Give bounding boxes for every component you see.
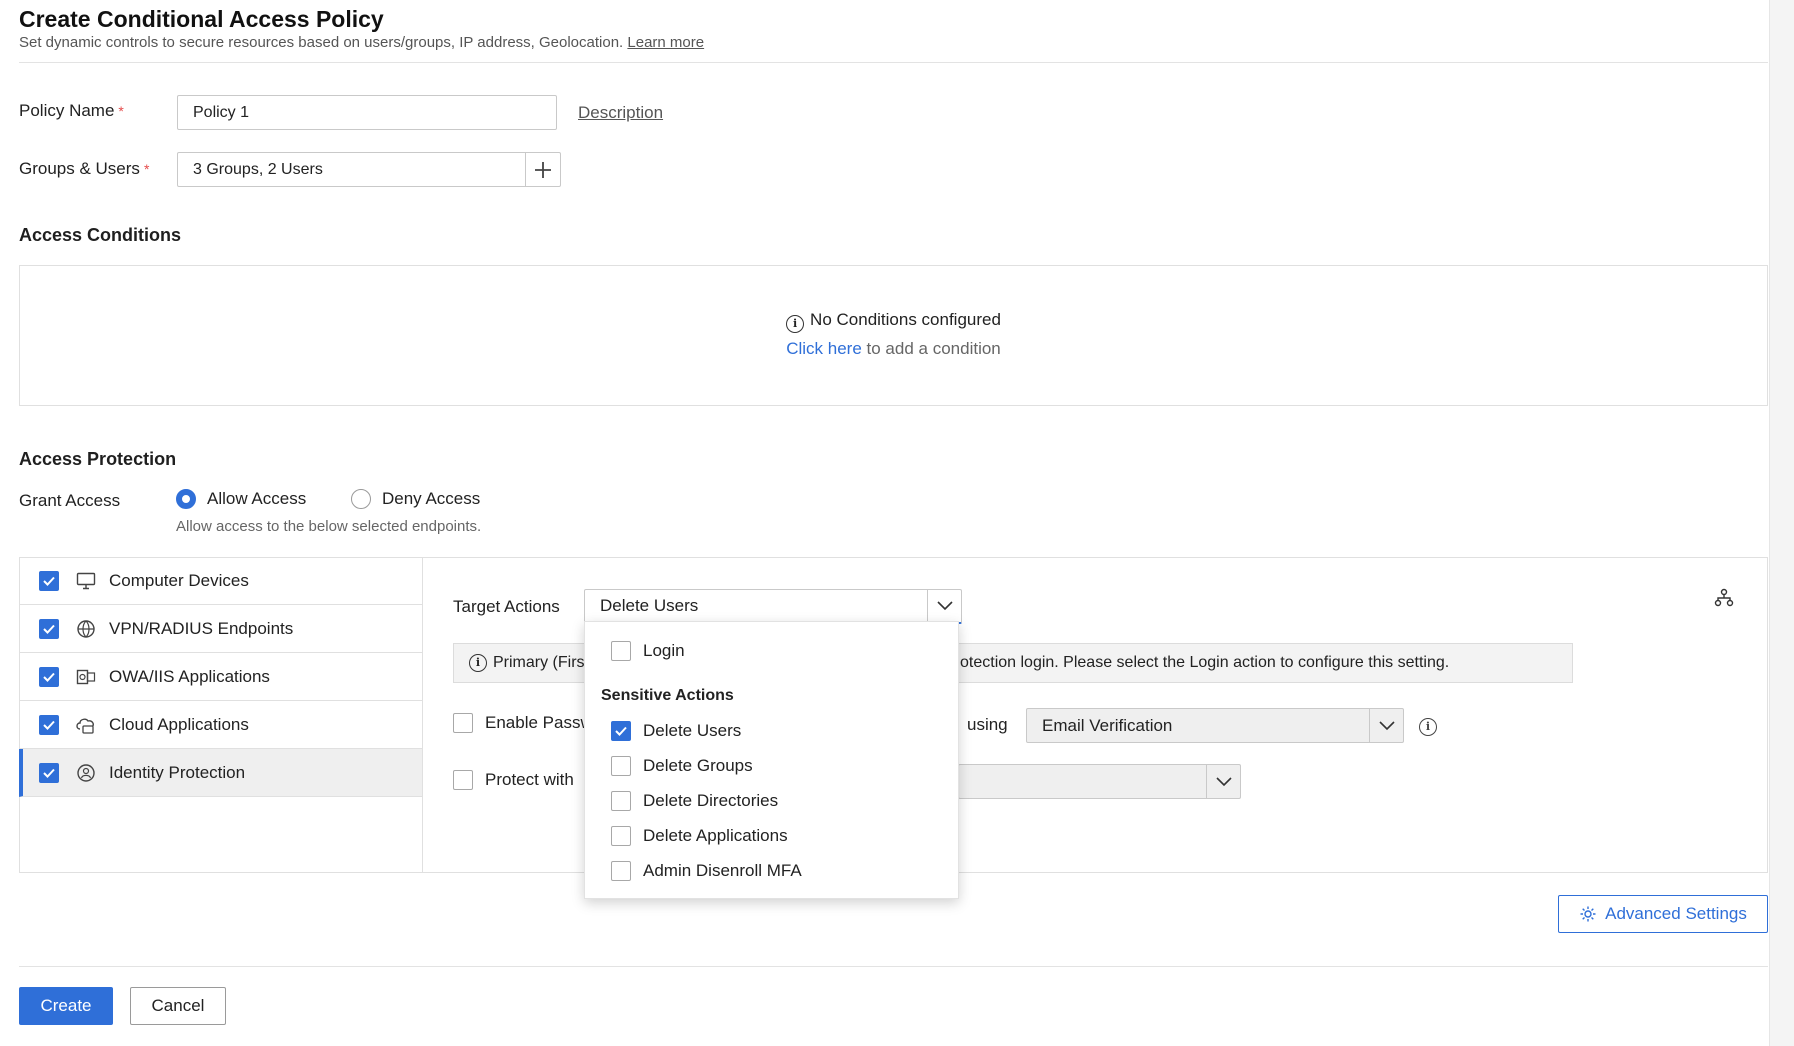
endpoint-owa-iis[interactable]: OWA/IIS Applications <box>19 653 422 701</box>
required-mark: * <box>118 103 124 119</box>
access-protection-heading: Access Protection <box>19 449 177 469</box>
deny-access-radio-group[interactable]: Deny Access <box>351 489 480 509</box>
endpoint-computer-devices[interactable]: Computer Devices <box>19 557 422 605</box>
allow-access-hint: Allow access to the below selected endpo… <box>176 518 482 535</box>
deny-access-radio[interactable] <box>351 489 371 509</box>
enable-password-label: Enable Passw <box>485 713 593 732</box>
endpoint-checkbox[interactable] <box>39 762 59 783</box>
outlook-app-icon <box>75 666 97 688</box>
endpoint-vpn-radius[interactable]: VPN/RADIUS Endpoints <box>19 605 422 653</box>
using-label: using <box>967 715 1008 734</box>
endpoint-checkbox[interactable] <box>39 666 59 687</box>
endpoint-label: Identity Protection <box>109 762 246 782</box>
access-conditions-heading: Access Conditions <box>19 225 182 245</box>
dropdown-item-delete-groups[interactable]: Delete Groups <box>611 756 753 776</box>
access-conditions-box: i No Conditions configured Click here to … <box>19 265 1768 406</box>
endpoints-list: Computer Devices VPN/RADIUS Endpoints OW… <box>19 557 423 873</box>
advanced-settings-button[interactable]: Advanced Settings <box>1558 895 1768 933</box>
dropdown-item-delete-directories[interactable]: Delete Directories <box>611 791 778 811</box>
page-scrollbar[interactable] <box>1769 0 1794 1046</box>
email-verification-select[interactable]: Email Verification <box>1026 708 1404 743</box>
endpoint-cloud-applications[interactable]: Cloud Applications <box>19 701 422 749</box>
chevron-down-icon <box>927 590 961 622</box>
create-button[interactable]: Create <box>19 987 113 1025</box>
policy-name-input[interactable]: Policy 1 <box>177 95 557 130</box>
allow-access-radio-group[interactable]: Allow Access <box>176 489 306 509</box>
dropdown-checkbox[interactable] <box>611 641 631 661</box>
cancel-button[interactable]: Cancel <box>130 987 226 1025</box>
check-icon <box>615 726 627 736</box>
groups-users-label: Groups & Users * <box>19 159 150 178</box>
description-link[interactable]: Description <box>578 103 663 123</box>
identity-shield-icon <box>75 762 97 784</box>
dropdown-checkbox[interactable] <box>611 826 631 846</box>
endpoint-label: Computer Devices <box>109 570 249 590</box>
add-groups-users-button[interactable] <box>525 153 560 186</box>
check-icon <box>43 624 55 634</box>
deny-access-label: Deny Access <box>382 489 481 508</box>
add-condition-hint: Click here to add a condition <box>786 339 1001 358</box>
chevron-down-icon <box>1206 765 1240 798</box>
enable-password-checkbox[interactable] <box>453 713 473 733</box>
chevron-down-icon <box>1369 709 1403 742</box>
check-icon <box>43 672 55 682</box>
enable-password-row[interactable]: Enable Passw <box>453 713 593 733</box>
endpoint-label: OWA/IIS Applications <box>109 666 270 686</box>
dropdown-item-delete-applications[interactable]: Delete Applications <box>611 826 788 846</box>
protect-with-row[interactable]: Protect with <box>453 770 574 790</box>
sensitive-actions-heading: Sensitive Actions <box>601 687 734 704</box>
policy-name-label: Policy Name * <box>19 101 124 120</box>
endpoint-label: VPN/RADIUS Endpoints <box>109 618 294 638</box>
check-icon <box>43 768 55 778</box>
hierarchy-icon[interactable] <box>1714 588 1734 613</box>
dropdown-item-admin-disenroll-mfa[interactable]: Admin Disenroll MFA <box>611 861 802 881</box>
info-icon: i <box>469 654 487 672</box>
info-icon[interactable]: i <box>1419 715 1443 736</box>
target-actions-select[interactable]: Delete Users <box>584 589 962 624</box>
info-icon: i <box>786 315 805 333</box>
cloud-app-icon <box>75 714 97 736</box>
endpoint-identity-protection[interactable]: Identity Protection <box>19 749 422 797</box>
dropdown-checkbox[interactable] <box>611 791 631 811</box>
protect-with-select[interactable] <box>958 764 1241 799</box>
allow-access-label: Allow Access <box>207 489 307 508</box>
grant-access-label: Grant Access <box>19 491 121 510</box>
endpoint-checkbox[interactable] <box>39 618 59 639</box>
protect-with-checkbox[interactable] <box>453 770 473 790</box>
dropdown-checkbox[interactable] <box>611 756 631 776</box>
dropdown-item-delete-users[interactable]: Delete Users <box>611 721 741 741</box>
protect-with-label: Protect with <box>485 770 574 789</box>
required-mark: * <box>143 161 150 177</box>
endpoint-checkbox[interactable] <box>39 570 59 591</box>
dropdown-checkbox[interactable] <box>611 861 631 881</box>
monitor-icon <box>75 570 97 592</box>
endpoint-checkbox[interactable] <box>39 714 59 735</box>
allow-access-radio[interactable] <box>176 489 196 509</box>
page-subtitle: Set dynamic controls to secure resources… <box>19 34 704 51</box>
page-title: Create Conditional Access Policy <box>19 6 384 32</box>
dropdown-checkbox[interactable] <box>611 721 631 741</box>
click-here-link[interactable]: Click here <box>786 339 862 358</box>
groups-users-input[interactable]: 3 Groups, 2 Users <box>177 152 561 187</box>
globe-network-icon <box>75 618 97 640</box>
header-divider <box>19 62 1768 63</box>
plus-icon <box>535 161 551 178</box>
no-conditions-message: i No Conditions configured <box>20 310 1767 333</box>
check-icon <box>43 576 55 586</box>
gear-icon <box>1580 906 1596 922</box>
target-actions-label: Target Actions <box>453 597 560 616</box>
footer-divider <box>19 966 1768 967</box>
check-icon <box>43 720 55 730</box>
endpoint-label: Cloud Applications <box>109 714 249 734</box>
target-actions-dropdown: Login Sensitive Actions Delete Users Del… <box>584 621 959 899</box>
dropdown-item-login[interactable]: Login <box>611 641 685 661</box>
subtitle-text: Set dynamic controls to secure resources… <box>19 34 624 51</box>
learn-more-link[interactable]: Learn more <box>627 34 704 51</box>
